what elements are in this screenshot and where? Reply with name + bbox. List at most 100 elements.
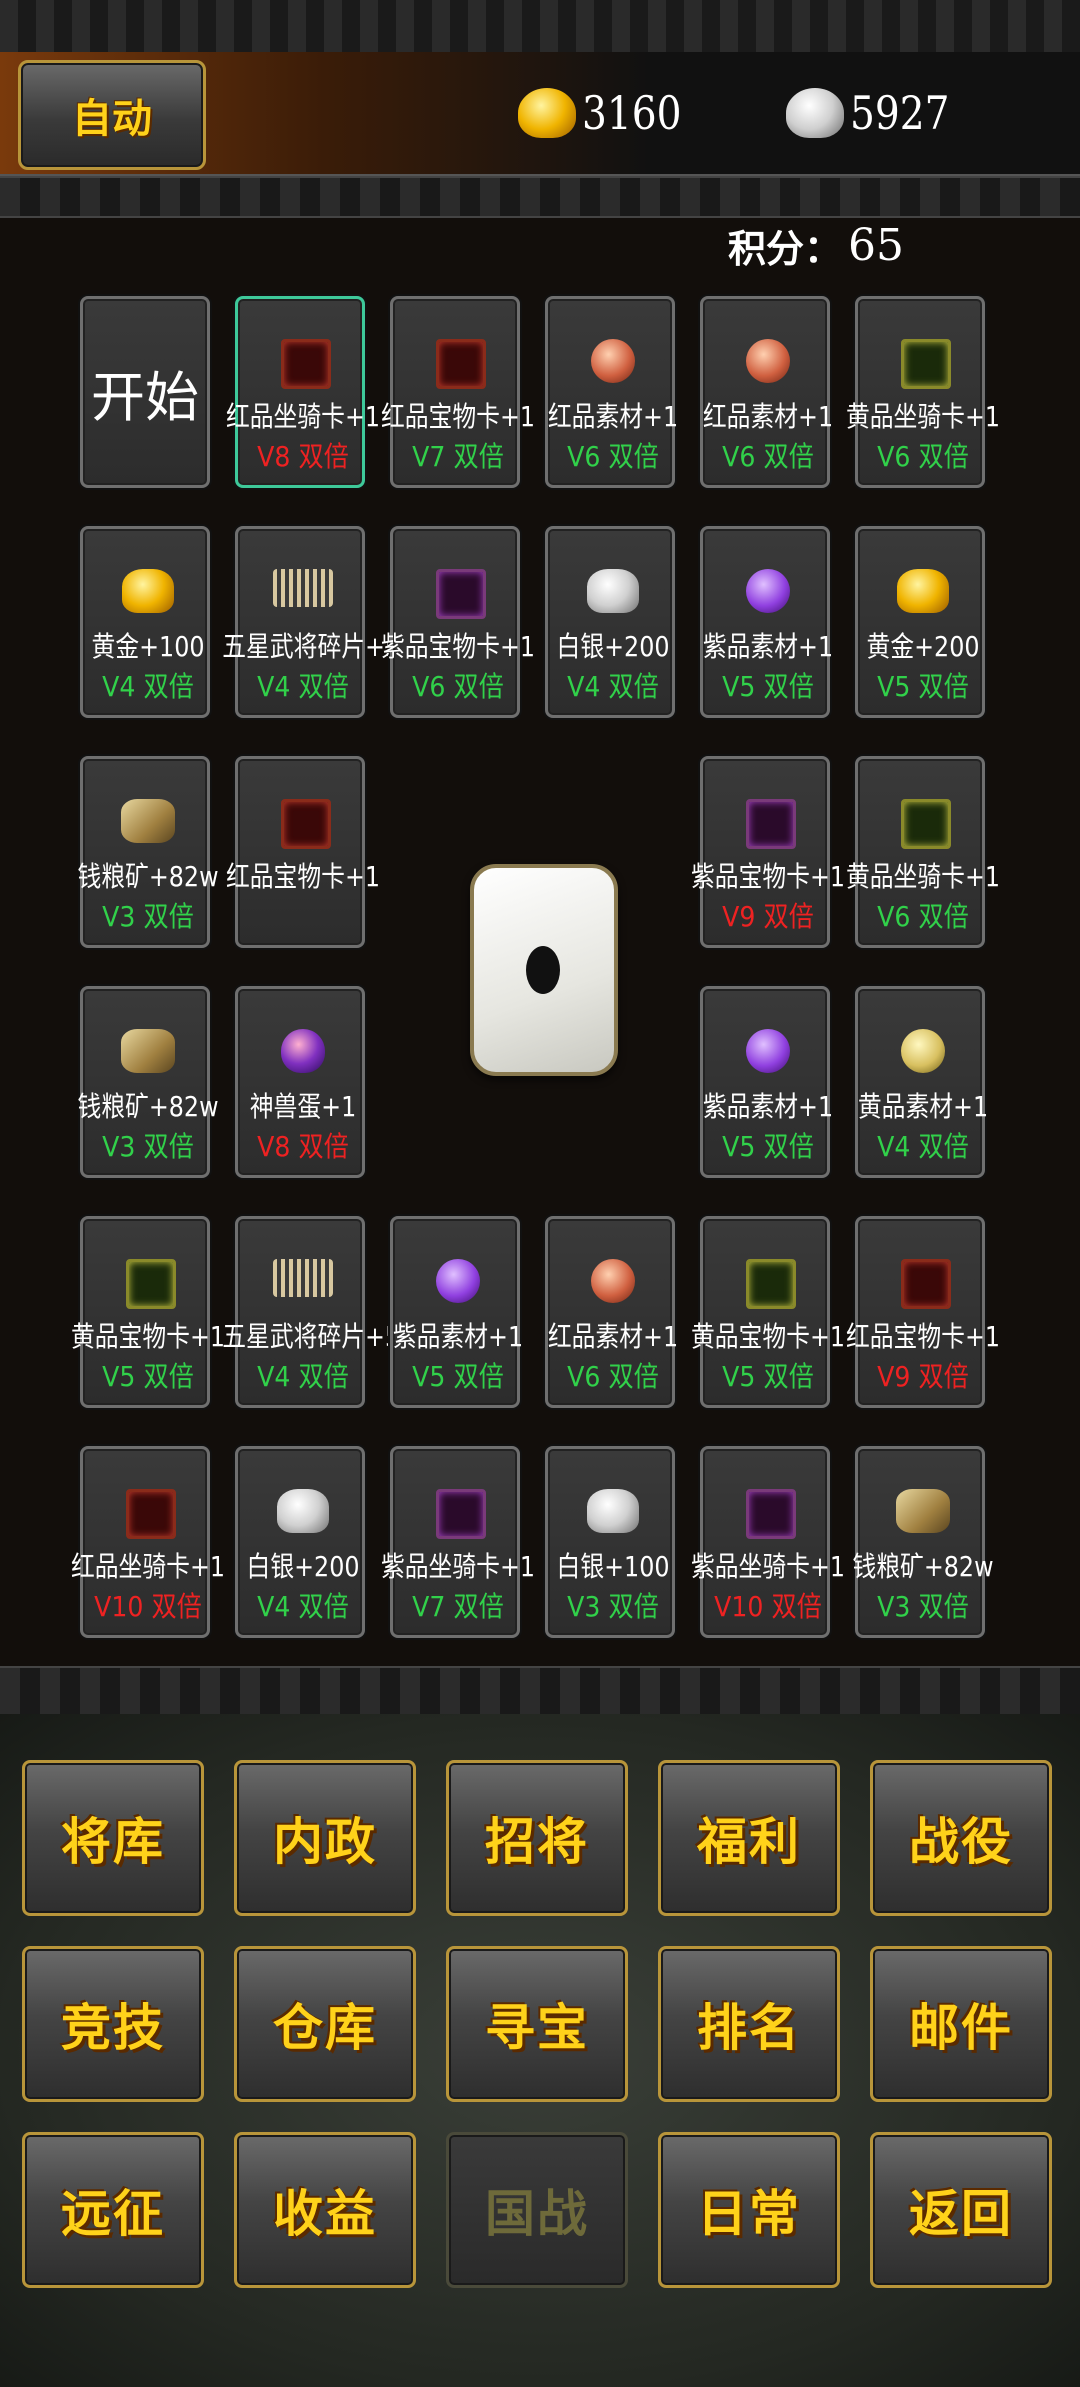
reward-name: 红品宝物卡+1 [845,1320,1001,1353]
dice-button[interactable] [470,864,618,1076]
board-cell: 紫品素材+1 V5 双倍 [390,1216,523,1408]
reward-name: 紫品宝物卡+1 [380,630,536,663]
vip-multiplier: V6 双倍 [722,440,814,473]
fragment-icon [273,1259,333,1297]
board-cell: 黄品宝物卡+1 V5 双倍 [691,1216,845,1408]
board-cell: 紫品素材+1 V5 双倍 [700,526,833,718]
board-cell: 黄品宝物卡+1 V5 双倍 [71,1216,225,1408]
reward-name: 钱粮矿+82w [77,1090,219,1123]
vip-multiplier: V5 双倍 [722,1360,814,1393]
vip-multiplier: V4 双倍 [257,1590,349,1623]
board-cell: 黄金+200 V5 双倍 [855,526,985,718]
menu-button[interactable]: 将库 [22,1760,204,1916]
reward-name: 黄金+200 [866,630,980,663]
vip-multiplier: V6 双倍 [877,440,969,473]
vip-multiplier: V3 双倍 [102,900,194,933]
vip-multiplier: V4 双倍 [102,670,194,703]
grain-icon [121,799,175,843]
vip-multiplier: V6 双倍 [567,1360,659,1393]
egg-icon [281,1029,325,1073]
silver-ingot-icon [587,1489,639,1533]
start-cell[interactable]: 开始 [80,296,210,488]
vip-multiplier: V9 双倍 [877,1360,969,1393]
red-card-icon [281,339,331,389]
gold-ingot-icon [518,88,576,138]
menu-button[interactable]: 招将 [446,1760,628,1916]
board-cell: 黄品坐骑卡+1 V6 双倍 [846,296,1000,488]
purple-card-icon [436,569,486,619]
menu-button[interactable]: 寻宝 [446,1946,628,2102]
board-cell: 紫品素材+1 V5 双倍 [700,986,833,1178]
vip-multiplier: V4 双倍 [257,670,349,703]
reward-name: 黄品素材+1 [857,1090,989,1123]
vip-multiplier: V6 双倍 [412,670,504,703]
gold-ingot-icon [897,569,949,613]
reward-name: 紫品素材+1 [392,1320,524,1353]
menu-button[interactable]: 排名 [658,1946,840,2102]
board-cell: 五星武将碎片+50 V4 双倍 [222,1216,415,1408]
silver-value: 5927 [850,86,950,140]
reward-name: 五星武将碎片+50 [222,630,416,663]
red-card-icon [126,1489,176,1539]
board-cell: 红品宝物卡+1 V7 双倍 [381,296,535,488]
vip-multiplier: V4 双倍 [257,1360,349,1393]
board-cell: 白银+100 V3 双倍 [545,1446,675,1638]
board-cell: 红品宝物卡+1 [226,756,380,948]
auto-button[interactable]: 自动 [18,60,206,170]
vip-multiplier: V5 双倍 [877,670,969,703]
purple-gem-icon [436,1259,480,1303]
menu-button[interactable]: 战役 [870,1760,1052,1916]
yellow-gem-icon [901,1029,945,1073]
score-value: 65 [848,219,905,271]
main-menu: 将库 内政 招将 福利 战役竞技 仓库 寻宝 排名 邮件远征 收益 国战 日常 返回 [0,1714,1080,2387]
reward-name: 黄品宝物卡+1 [690,1320,846,1353]
menu-button[interactable]: 返回 [870,2132,1052,2288]
menu-button[interactable]: 远征 [22,2132,204,2288]
menu-button[interactable]: 竞技 [22,1946,204,2102]
score-display: 积分： 65 [728,212,904,278]
header-divider [0,176,1080,218]
reward-name: 神兽蛋+1 [249,1090,357,1123]
board-cell: 白银+200 V4 双倍 [235,1446,365,1638]
yellow-card-icon [901,339,951,389]
menu-button[interactable]: 内政 [234,1760,416,1916]
board-cell: 黄金+100 V4 双倍 [80,526,210,718]
reward-name: 钱粮矿+82w [852,1550,994,1583]
purple-card-icon [746,1489,796,1539]
board-cell: 红品素材+1 V6 双倍 [545,296,678,488]
board-cell: 紫品宝物卡+1 V9 双倍 [691,756,845,948]
vip-multiplier: V6 双倍 [877,900,969,933]
board-cell: 红品素材+1 V6 双倍 [700,296,833,488]
vip-multiplier: V9 双倍 [722,900,814,933]
board-cell: 黄品素材+1 V4 双倍 [855,986,988,1178]
vip-multiplier: V5 双倍 [722,1130,814,1163]
board-cell: 白银+200 V4 双倍 [545,526,675,718]
reward-name: 红品素材+1 [702,400,834,433]
menu-button[interactable]: 福利 [658,1760,840,1916]
gold-value: 3160 [582,86,682,140]
reward-name: 白银+100 [556,1550,670,1583]
reward-name: 紫品素材+1 [702,1090,834,1123]
vip-multiplier: V3 双倍 [102,1130,194,1163]
vip-multiplier: V5 双倍 [412,1360,504,1393]
reward-name: 红品坐骑卡+1 [70,1550,226,1583]
menu-button[interactable]: 收益 [234,2132,416,2288]
menu-button: 国战 [446,2132,628,2288]
menu-button[interactable]: 邮件 [870,1946,1052,2102]
menu-button[interactable]: 日常 [658,2132,840,2288]
board-cell: 钱粮矿+82w V3 双倍 [852,1446,994,1638]
board-cell: 钱粮矿+82w V3 双倍 [77,986,219,1178]
board-cell: 红品坐骑卡+1 V10 双倍 [71,1446,225,1638]
yellow-card-icon [746,1259,796,1309]
vip-multiplier: V10 双倍 [714,1590,822,1623]
menu-button[interactable]: 仓库 [234,1946,416,2102]
vip-multiplier: V3 双倍 [877,1590,969,1623]
purple-gem-icon [746,569,790,613]
menu-divider [0,1666,1080,1716]
yellow-card-icon [901,799,951,849]
board-cell: 钱粮矿+82w V3 双倍 [77,756,219,948]
reward-name: 红品素材+1 [547,400,679,433]
vip-multiplier: V10 双倍 [94,1590,202,1623]
yellow-card-icon [126,1259,176,1309]
vip-multiplier: V3 双倍 [567,1590,659,1623]
